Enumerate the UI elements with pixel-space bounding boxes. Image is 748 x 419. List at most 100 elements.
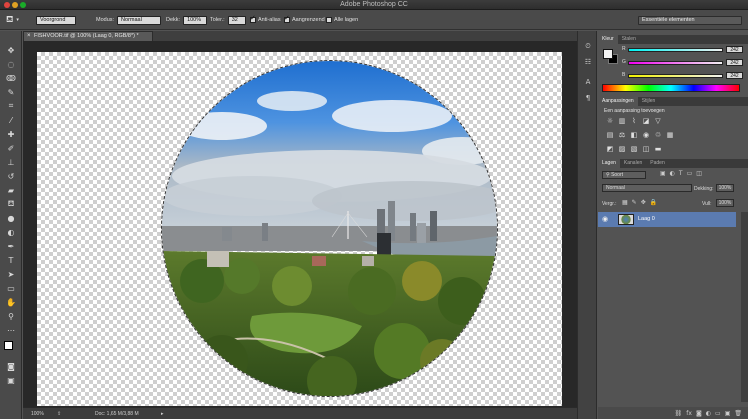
color-spectrum[interactable] <box>602 84 740 92</box>
red-value[interactable]: 242 <box>726 46 743 53</box>
blend-mode-select[interactable]: Normaal <box>602 184 692 192</box>
tab-channels[interactable]: Kanalen <box>620 159 646 168</box>
dodge-tool-icon[interactable]: ◐ <box>5 227 17 237</box>
shape-filter-icon[interactable]: ▭ <box>687 170 697 177</box>
document-tab[interactable]: × FISHVOOR.tif @ 100% (Laag 0, RGB/8*) * <box>23 31 153 41</box>
smart-filter-icon[interactable]: ◫ <box>696 170 706 177</box>
fill-source-select[interactable]: Voorgrond <box>36 15 76 25</box>
tolerance-input[interactable]: 32 <box>227 15 246 25</box>
type-tool-icon[interactable]: T <box>5 255 17 265</box>
invert-icon[interactable]: ◩ <box>606 145 614 153</box>
quick-mask-icon[interactable]: ◙ <box>5 361 17 371</box>
clone-stamp-tool-icon[interactable]: ⊥ <box>5 157 17 167</box>
posterize-icon[interactable]: ▨ <box>618 145 626 153</box>
black-white-icon[interactable]: ◧ <box>630 131 638 139</box>
pixel-filter-icon[interactable]: ▣ <box>660 170 670 177</box>
new-adjustment-icon[interactable]: ◐ <box>706 410 711 417</box>
lasso-tool-icon[interactable]: ↂ <box>5 73 17 83</box>
zoom-level[interactable]: 100% <box>31 411 44 417</box>
paint-bucket-tool-preset[interactable]: ⛾ ▾ <box>6 15 19 25</box>
new-group-icon[interactable]: ▭ <box>715 410 721 417</box>
layer-filter-select[interactable]: ⚲ Soort <box>602 171 646 179</box>
contiguous-checkbox[interactable]: Aangrenzend <box>284 14 325 25</box>
character-panel-icon[interactable]: A <box>582 77 594 87</box>
green-value[interactable]: 242 <box>726 59 743 66</box>
path-selection-tool-icon[interactable]: ➤ <box>5 269 17 279</box>
marquee-tool-icon[interactable]: ◌ <box>5 59 17 69</box>
fill-input[interactable]: 100% <box>716 199 734 207</box>
vibrance-icon[interactable]: ▽ <box>654 117 662 125</box>
add-mask-icon[interactable]: ◙ <box>696 410 702 417</box>
exposure-icon[interactable]: ◪ <box>642 117 650 125</box>
type-filter-icon[interactable]: T <box>679 170 687 177</box>
fg-color-chip[interactable] <box>603 49 613 59</box>
healing-brush-tool-icon[interactable]: ✚ <box>5 129 17 139</box>
threshold-icon[interactable]: ▧ <box>630 145 638 153</box>
layer-row[interactable]: ◉ Laag 0 <box>598 212 736 227</box>
eyedropper-tool-icon[interactable]: ⁄ <box>5 115 17 125</box>
blur-tool-icon[interactable]: ● <box>5 213 17 223</box>
document-canvas[interactable] <box>37 52 562 406</box>
zoom-tool-icon[interactable]: ⚲ <box>5 311 17 321</box>
rectangle-tool-icon[interactable]: ▭ <box>5 283 17 293</box>
color-balance-icon[interactable]: ⚖ <box>618 131 626 139</box>
layer-style-icon[interactable]: fx <box>686 410 692 417</box>
layer-name[interactable]: Laag 0 <box>638 216 655 222</box>
history-panel-icon[interactable]: ⏲ <box>582 41 594 51</box>
history-brush-tool-icon[interactable]: ↺ <box>5 171 17 181</box>
properties-panel-icon[interactable]: ☷ <box>582 57 594 67</box>
layers-scrollbar[interactable] <box>741 212 748 402</box>
green-slider[interactable]: G 242 <box>622 59 744 67</box>
canvas-area[interactable] <box>23 41 577 407</box>
paint-bucket-tool-icon[interactable]: ⛾ <box>5 199 17 209</box>
levels-icon[interactable]: ▥ <box>618 117 626 125</box>
quick-select-tool-icon[interactable]: ✎ <box>5 87 17 97</box>
visibility-eye-icon[interactable]: ◉ <box>602 215 608 223</box>
tab-adjustments[interactable]: Aanpassingen <box>598 97 638 106</box>
tab-swatches[interactable]: Stalen <box>618 35 640 44</box>
workspace-select[interactable]: Essentiële elementen <box>638 15 742 25</box>
color-lookup-icon[interactable]: ▦ <box>666 131 674 139</box>
paragraph-panel-icon[interactable]: ¶ <box>582 93 594 103</box>
red-slider[interactable]: R 242 <box>622 46 744 54</box>
curves-icon[interactable]: ⌇ <box>630 117 638 125</box>
hand-tool-icon[interactable]: ✋ <box>5 297 17 307</box>
adjust-filter-icon[interactable]: ◐ <box>670 170 679 177</box>
layer-opacity-input[interactable]: 100% <box>716 184 734 192</box>
channel-mixer-icon[interactable]: ♲ <box>654 131 662 139</box>
screen-mode-icon[interactable]: ▣ <box>5 375 17 385</box>
all-layers-checkbox[interactable]: Alle lagen <box>326 15 358 25</box>
mode-select[interactable]: Normaal <box>117 15 162 25</box>
new-layer-icon[interactable]: ▣ <box>725 410 731 417</box>
status-menu-arrow-icon[interactable]: ▸ <box>161 411 164 417</box>
blue-value[interactable]: 242 <box>726 72 743 79</box>
foreground-color-swatch[interactable] <box>4 341 13 350</box>
lock-pixels-icon[interactable]: ✎ <box>632 199 641 206</box>
lock-transparent-icon[interactable]: ▦ <box>622 199 632 206</box>
brush-tool-icon[interactable]: ✐ <box>5 143 17 153</box>
pen-tool-icon[interactable]: ✒ <box>5 241 17 251</box>
tolerance-label: Toler.: <box>210 17 225 23</box>
tab-styles[interactable]: Stijlen <box>638 97 660 106</box>
photo-filter-icon[interactable]: ◉ <box>642 131 650 139</box>
gradient-map-icon[interactable]: ▬ <box>654 145 662 153</box>
lock-all-icon[interactable]: 🔒 <box>650 199 661 206</box>
hue-saturation-icon[interactable]: ▤ <box>606 131 614 139</box>
move-tool-icon[interactable]: ✥ <box>5 45 17 55</box>
tab-layers[interactable]: Lagen <box>598 159 620 168</box>
blue-slider[interactable]: B 242 <box>622 72 744 80</box>
tab-paths[interactable]: Paden <box>646 159 668 168</box>
eraser-tool-icon[interactable]: ▰ <box>5 185 17 195</box>
more-tools-icon[interactable]: ⋯ <box>5 325 17 335</box>
export-icon[interactable]: ⇪ <box>57 411 61 417</box>
crop-tool-icon[interactable]: ⌗ <box>5 101 17 111</box>
close-tab-icon[interactable]: × <box>27 32 31 41</box>
antialias-checkbox[interactable]: Anti-alias <box>250 14 281 25</box>
opacity-input[interactable]: 100% <box>183 15 208 25</box>
tab-color[interactable]: Kleur <box>598 35 618 44</box>
delete-layer-icon[interactable]: 🗑 <box>734 410 742 417</box>
lock-position-icon[interactable]: ✥ <box>641 199 650 206</box>
selective-color-icon[interactable]: ◫ <box>642 145 650 153</box>
link-layers-icon[interactable]: ⛓ <box>675 410 683 417</box>
brightness-contrast-icon[interactable]: ☼ <box>606 117 614 125</box>
